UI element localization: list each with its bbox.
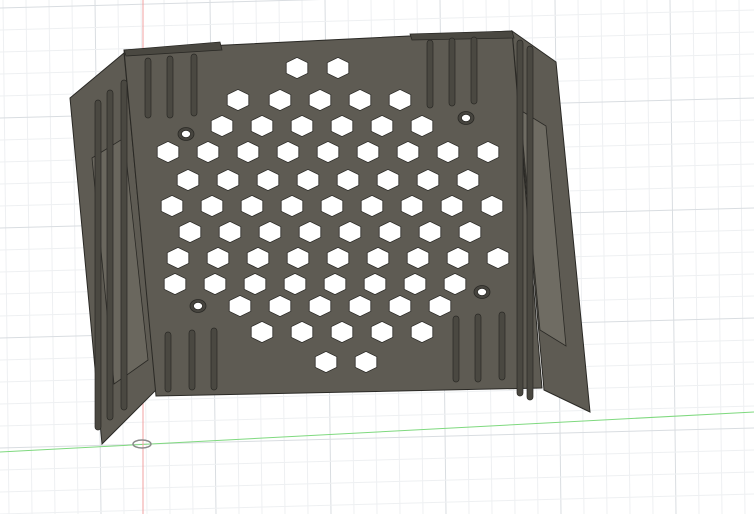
grid-line: [669, 0, 677, 514]
mounting-hole: [189, 299, 207, 313]
vent-slot: [470, 36, 478, 105]
top-lip-right: [409, 30, 515, 41]
grid-line: [600, 0, 608, 514]
vent-slot: [474, 313, 482, 383]
grid-line: [0, 0, 321, 9]
vent-slot: [164, 331, 172, 393]
vent-slot: [120, 79, 128, 411]
vent-slot: [188, 329, 196, 391]
grid-line: [71, 0, 79, 514]
vent-slot: [190, 53, 198, 117]
vent-slot: [94, 99, 102, 431]
grid-line: [738, 0, 746, 514]
viewport-canvas[interactable]: [0, 0, 754, 514]
vent-slot: [426, 39, 434, 109]
grid-line: [0, 449, 754, 471]
grid-line: [48, 0, 56, 514]
vent-slot: [516, 39, 524, 397]
grid-line: [2, 0, 10, 514]
mounting-hole: [473, 285, 491, 299]
vent-slot: [144, 57, 152, 119]
vent-slot: [166, 55, 174, 119]
mounting-hole: [177, 127, 195, 141]
grid-line: [646, 0, 654, 514]
3d-viewport[interactable]: [0, 0, 754, 514]
vent-slot: [106, 89, 114, 421]
grid-line: [623, 0, 631, 514]
vent-slot: [448, 37, 456, 107]
vent-slot: [498, 311, 506, 381]
vent-slot: [210, 327, 218, 391]
vent-slot: [452, 315, 460, 383]
mounting-hole: [457, 111, 475, 125]
grid-line: [0, 9, 754, 31]
vent-slot: [526, 45, 534, 401]
grid-line: [25, 0, 33, 514]
bracket-model[interactable]: [69, 29, 591, 446]
